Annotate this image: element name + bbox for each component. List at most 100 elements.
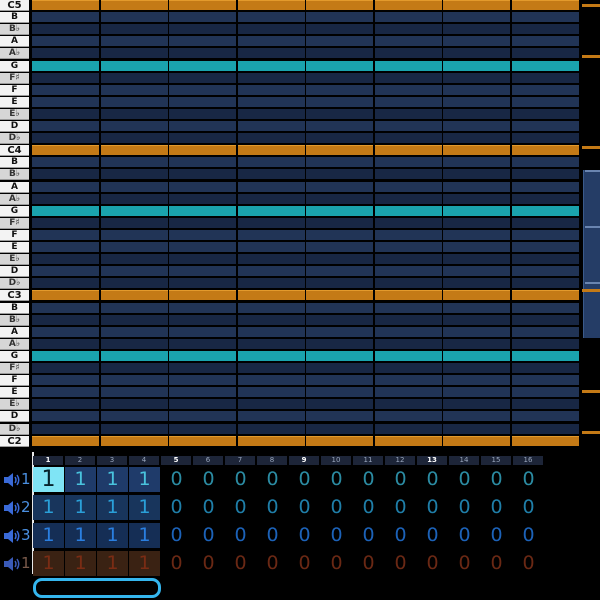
grid-cell[interactable] — [306, 169, 373, 179]
grid-cell[interactable] — [511, 230, 579, 240]
grid-cell[interactable] — [374, 315, 442, 325]
piano-key[interactable]: A — [0, 327, 29, 338]
grid-cell[interactable] — [100, 351, 168, 361]
grid-cell[interactable] — [100, 194, 168, 204]
grid-cell[interactable] — [32, 145, 99, 155]
step-cell[interactable]: 0 — [417, 467, 448, 492]
grid-cell[interactable] — [237, 363, 305, 373]
pattern-selector-bar[interactable] — [33, 578, 161, 598]
speaker-icon[interactable] — [2, 554, 22, 574]
grid-cell[interactable] — [169, 290, 236, 300]
grid-cell[interactable] — [374, 411, 442, 421]
grid-cell[interactable] — [443, 169, 510, 179]
grid-cell[interactable] — [169, 157, 236, 167]
piano-key[interactable]: A♭ — [0, 339, 29, 350]
grid-cell[interactable] — [443, 73, 510, 83]
grid-cell[interactable] — [374, 387, 442, 397]
grid-cell[interactable] — [511, 278, 579, 288]
step-cell[interactable]: 0 — [513, 495, 544, 520]
grid-cell[interactable] — [306, 424, 373, 434]
grid-cell[interactable] — [32, 169, 99, 179]
grid-cell[interactable] — [169, 85, 236, 95]
grid-cell[interactable] — [306, 242, 373, 252]
note-lane[interactable] — [32, 182, 580, 193]
step-cell[interactable]: 0 — [513, 467, 544, 492]
grid-cell[interactable] — [443, 254, 510, 264]
grid-cell[interactable] — [443, 242, 510, 252]
grid-cell[interactable] — [100, 73, 168, 83]
step-cell[interactable]: 1 — [65, 523, 96, 548]
grid-cell[interactable] — [511, 254, 579, 264]
step-cell[interactable]: 0 — [513, 551, 544, 576]
grid-cell[interactable] — [374, 436, 442, 446]
step-cell[interactable]: 0 — [193, 495, 224, 520]
grid-cell[interactable] — [32, 194, 99, 204]
note-lane[interactable] — [32, 290, 580, 301]
grid-cell[interactable] — [511, 48, 579, 58]
grid-cell[interactable] — [237, 266, 305, 276]
note-grid[interactable] — [32, 0, 580, 450]
grid-cell[interactable] — [374, 24, 442, 34]
piano-key[interactable]: F — [0, 85, 29, 96]
piano-key[interactable]: B♭ — [0, 24, 29, 35]
grid-cell[interactable] — [32, 327, 99, 337]
piano-key[interactable]: A — [0, 36, 29, 47]
grid-cell[interactable] — [511, 375, 579, 385]
grid-cell[interactable] — [374, 73, 442, 83]
grid-cell[interactable] — [306, 182, 373, 192]
grid-cell[interactable] — [511, 303, 579, 313]
step-cell[interactable]: 1 — [33, 495, 64, 520]
piano-key[interactable]: E♭ — [0, 254, 29, 265]
vertical-scrollbar[interactable] — [582, 0, 600, 450]
note-lane[interactable] — [32, 411, 580, 422]
note-lane[interactable] — [32, 12, 580, 23]
grid-cell[interactable] — [443, 194, 510, 204]
grid-cell[interactable] — [32, 61, 99, 71]
grid-cell[interactable] — [169, 169, 236, 179]
grid-cell[interactable] — [443, 351, 510, 361]
grid-cell[interactable] — [374, 290, 442, 300]
grid-cell[interactable] — [511, 24, 579, 34]
step-cell[interactable]: 0 — [289, 467, 320, 492]
grid-cell[interactable] — [374, 327, 442, 337]
step-cell[interactable]: 0 — [449, 495, 480, 520]
grid-cell[interactable] — [511, 436, 579, 446]
grid-cell[interactable] — [511, 327, 579, 337]
grid-cell[interactable] — [443, 411, 510, 421]
grid-cell[interactable] — [374, 61, 442, 71]
grid-cell[interactable] — [32, 424, 99, 434]
grid-cell[interactable] — [237, 230, 305, 240]
step-cell[interactable]: 1 — [97, 523, 128, 548]
grid-cell[interactable] — [511, 266, 579, 276]
grid-cell[interactable] — [443, 85, 510, 95]
grid-cell[interactable] — [32, 109, 99, 119]
note-lane[interactable] — [32, 315, 580, 326]
grid-cell[interactable] — [32, 363, 99, 373]
grid-cell[interactable] — [237, 411, 305, 421]
grid-cell[interactable] — [32, 121, 99, 131]
step-cell[interactable]: 0 — [353, 495, 384, 520]
grid-cell[interactable] — [443, 399, 510, 409]
grid-cell[interactable] — [169, 399, 236, 409]
grid-cell[interactable] — [32, 218, 99, 228]
step-cell[interactable]: 0 — [257, 523, 288, 548]
piano-key[interactable]: E — [0, 242, 29, 253]
step-cell[interactable]: 0 — [193, 551, 224, 576]
grid-cell[interactable] — [511, 218, 579, 228]
step-cell[interactable]: 0 — [321, 523, 352, 548]
note-lane[interactable] — [32, 133, 580, 144]
grid-cell[interactable] — [169, 109, 236, 119]
grid-cell[interactable] — [443, 109, 510, 119]
grid-cell[interactable] — [237, 375, 305, 385]
grid-cell[interactable] — [443, 12, 510, 22]
grid-cell[interactable] — [100, 218, 168, 228]
step-cell[interactable]: 0 — [161, 467, 192, 492]
grid-cell[interactable] — [374, 278, 442, 288]
note-lane[interactable] — [32, 0, 580, 11]
grid-cell[interactable] — [511, 387, 579, 397]
grid-cell[interactable] — [511, 12, 579, 22]
grid-cell[interactable] — [374, 218, 442, 228]
grid-cell[interactable] — [237, 399, 305, 409]
step-cell[interactable]: 0 — [353, 551, 384, 576]
piano-key[interactable]: B♭ — [0, 169, 29, 180]
